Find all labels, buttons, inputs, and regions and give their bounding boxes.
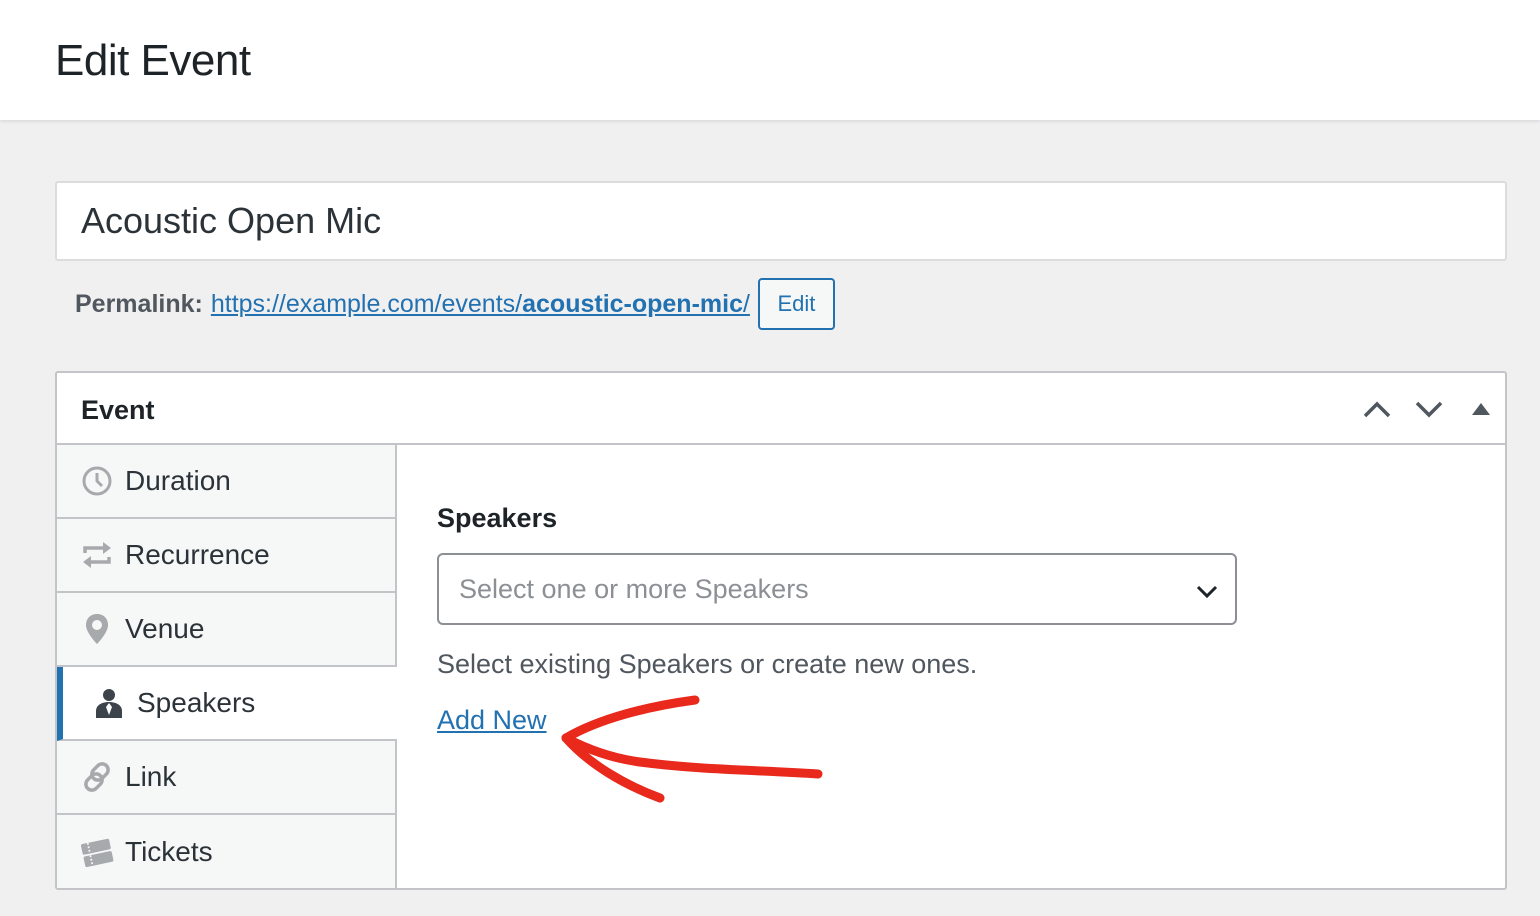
location-pin-icon — [79, 611, 115, 647]
tickets-icon — [79, 834, 115, 870]
person-icon — [91, 685, 127, 721]
speakers-select-placeholder: Select one or more Speakers — [459, 573, 809, 604]
tab-label: Link — [125, 761, 177, 792]
link-icon — [79, 759, 115, 795]
speakers-help-text: Select existing Speakers or create new o… — [437, 649, 978, 679]
tab-speakers[interactable]: Speakers — [57, 667, 397, 741]
speakers-field-label: Speakers — [437, 503, 558, 533]
speakers-panel: Speakers Select one or more Speakers Sel… — [397, 445, 1505, 888]
tab-label: Duration — [125, 465, 231, 496]
tab-venue[interactable]: Venue — [57, 593, 395, 667]
permalink-url-slug: acoustic-open-mic — [522, 289, 743, 318]
repeat-icon — [79, 537, 115, 573]
permalink-url-trail: / — [742, 289, 750, 318]
permalink-label: Permalink: — [75, 289, 203, 318]
add-new-speaker-link[interactable]: Add New — [437, 705, 547, 736]
permalink-link[interactable]: https://example.com/events/acoustic-open… — [211, 290, 750, 319]
page-header: Edit Event — [0, 0, 1540, 120]
metabox-header: Event — [57, 373, 1505, 445]
permalink-row: Permalink: https://example.com/events/ac… — [75, 278, 835, 330]
speakers-select[interactable]: Select one or more Speakers — [437, 553, 1237, 625]
tab-label: Tickets — [125, 836, 213, 867]
tab-label: Venue — [125, 613, 205, 644]
tab-label: Recurrence — [125, 539, 270, 570]
permalink-edit-button[interactable]: Edit — [757, 278, 835, 330]
event-title-input[interactable] — [55, 181, 1507, 261]
clock-icon — [79, 463, 115, 499]
tab-tickets[interactable]: Tickets — [57, 815, 395, 888]
tab-label: Speakers — [137, 687, 256, 718]
event-tabs: Duration Recurrence Venue Speakers Link — [57, 445, 397, 888]
chevron-down-icon — [1195, 579, 1219, 608]
triangle-up-icon[interactable] — [1461, 389, 1501, 429]
metabox-title: Event — [81, 395, 155, 425]
permalink-url-base: https://example.com/events/ — [210, 289, 523, 318]
chevron-down-icon[interactable] — [1409, 389, 1449, 429]
tab-duration[interactable]: Duration — [57, 445, 395, 519]
page-title: Edit Event — [55, 36, 251, 85]
event-metabox: Event Duration Recurrence Venue Speakers… — [55, 371, 1507, 890]
tab-link[interactable]: Link — [57, 741, 395, 815]
chevron-up-icon[interactable] — [1357, 389, 1397, 429]
tab-recurrence[interactable]: Recurrence — [57, 519, 395, 593]
